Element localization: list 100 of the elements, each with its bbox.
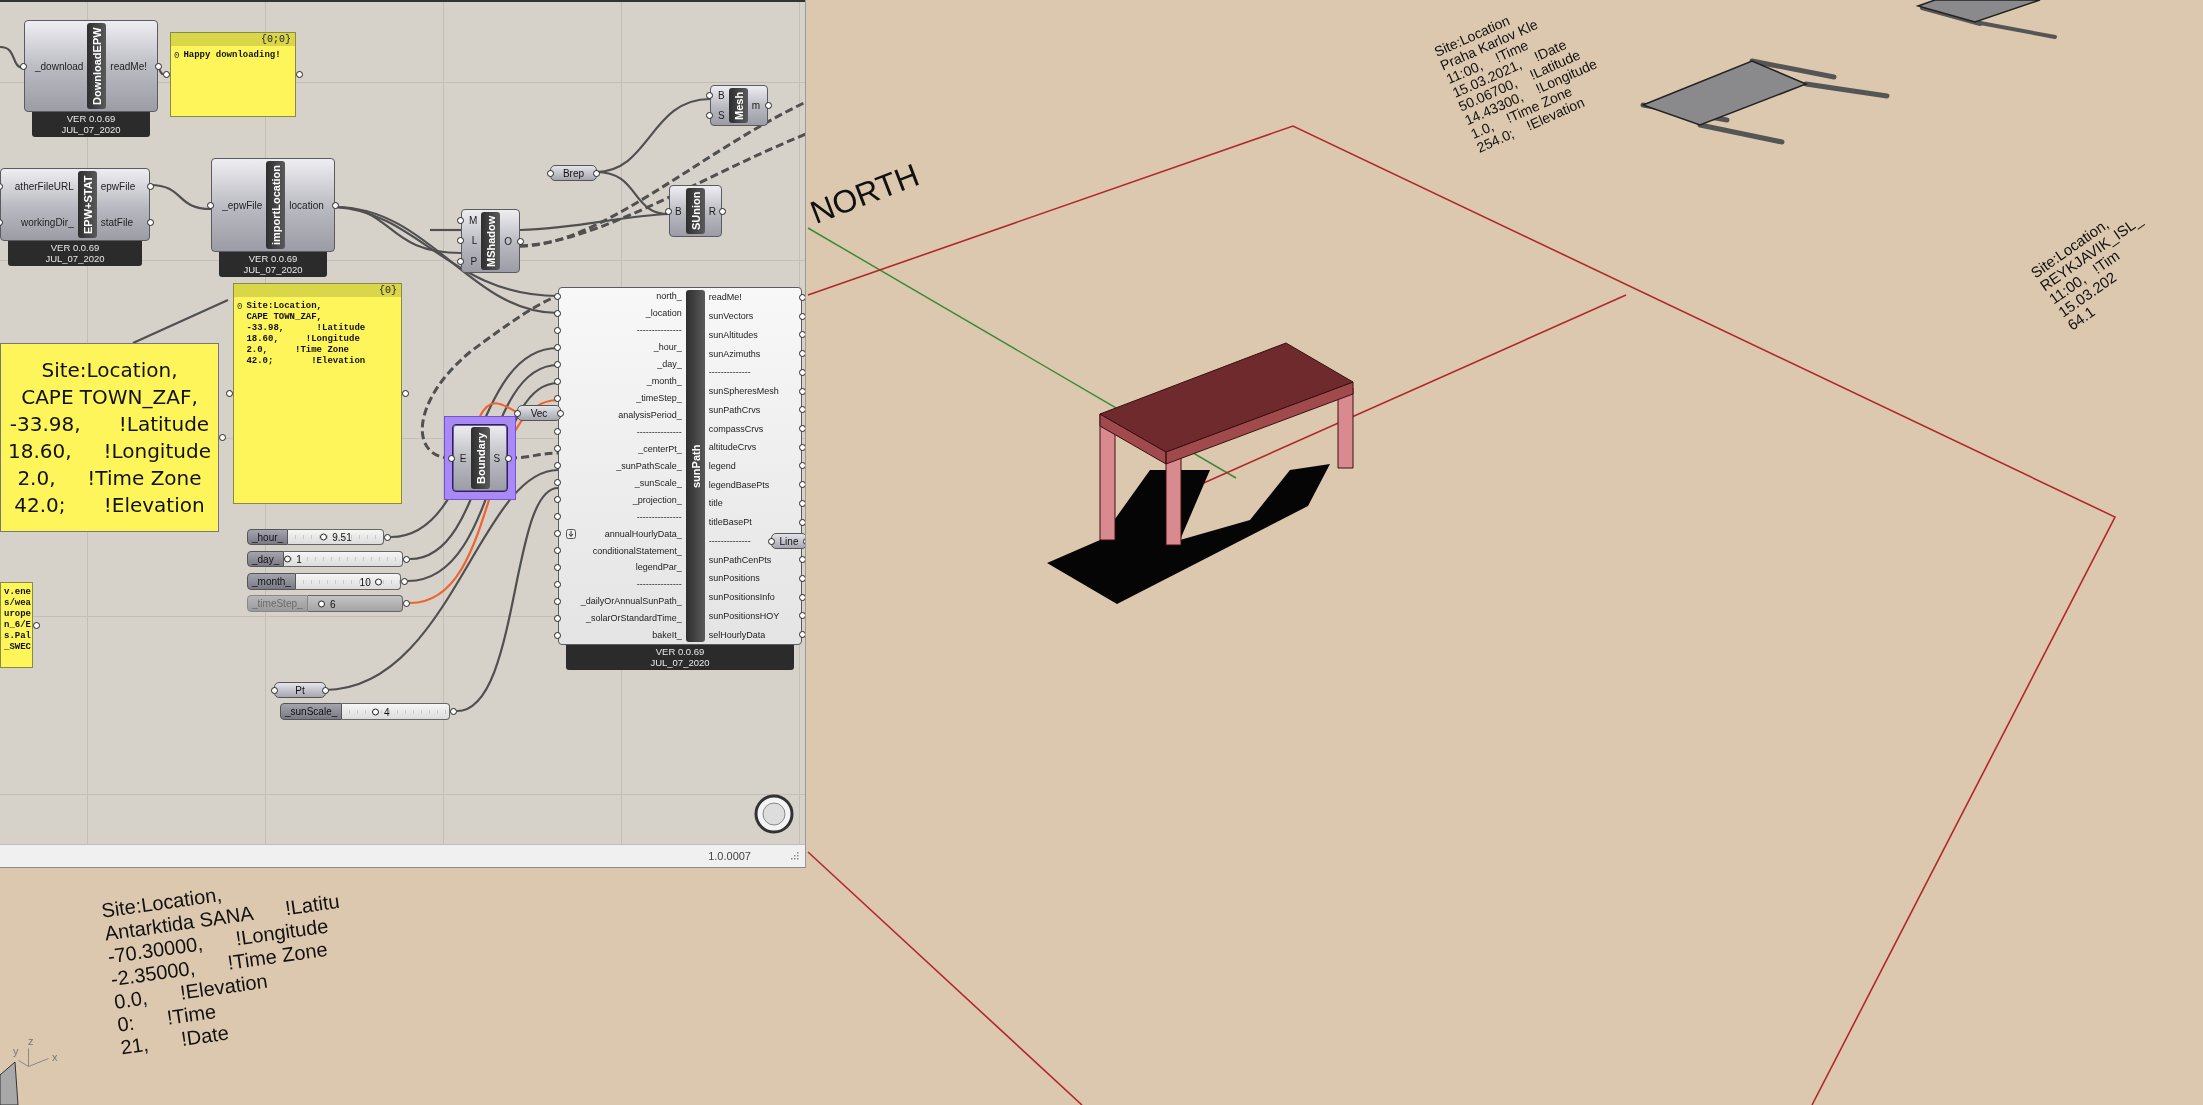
output-port[interactable]: [219, 434, 226, 441]
output-port[interactable]: [147, 218, 154, 226]
output-label: compassCrvs: [708, 423, 764, 434]
input-port[interactable]: [554, 292, 561, 300]
output-port[interactable]: [799, 612, 805, 620]
input-label: _epwFile: [222, 199, 263, 211]
input-port[interactable]: [554, 326, 561, 334]
slider-thumb[interactable]: [374, 578, 382, 585]
output-port[interactable]: [33, 621, 40, 629]
input-port[interactable]: [554, 394, 561, 402]
output-port[interactable]: [799, 331, 805, 339]
slider-label: _month_: [247, 573, 296, 590]
input-label: P: [470, 256, 478, 268]
input-label: _day_: [657, 359, 682, 370]
panel-text: v.ene s/wea urope n_6/E s.Pal _SWEC: [4, 587, 31, 653]
input-port[interactable]: [207, 201, 214, 209]
input-port[interactable]: [554, 479, 561, 487]
output-port[interactable]: [799, 481, 805, 489]
input-port[interactable]: [20, 62, 27, 70]
output-port[interactable]: [799, 574, 805, 582]
input-port[interactable]: [706, 92, 713, 100]
input-port[interactable]: [457, 216, 464, 224]
input-port[interactable]: [554, 496, 561, 504]
input-label: _sunScale_: [634, 477, 682, 488]
input-port[interactable]: [554, 530, 561, 538]
input-port[interactable]: [554, 360, 561, 368]
component-title: importLocation: [266, 161, 286, 249]
output-port[interactable]: [403, 600, 410, 607]
input-port[interactable]: [457, 237, 464, 245]
input-port[interactable]: [706, 111, 713, 119]
input-port[interactable]: [554, 580, 561, 588]
input-label: ---------------: [636, 579, 682, 590]
input-label: atherFileURL: [14, 181, 74, 193]
input-port[interactable]: [554, 343, 561, 351]
output-port[interactable]: [799, 499, 805, 507]
output-port[interactable]: [505, 454, 512, 462]
output-port[interactable]: [799, 443, 805, 451]
location-annotation: Site:Location, Antarktida SANA !Latitu -70.30000, !Longitude -2.35000, !Time Zone 0.0, !Elevation 0: !Time 21, !Date: [100, 882, 342, 1060]
output-label: sunSpheresMesh: [708, 386, 779, 397]
output-port[interactable]: [799, 350, 805, 358]
output-port[interactable]: [765, 102, 772, 109]
component-title: Mesh: [728, 88, 748, 123]
slider-track[interactable]: 4: [342, 703, 450, 720]
slider-value: 6: [329, 598, 336, 609]
input-port[interactable]: [554, 597, 561, 605]
input-port[interactable]: [554, 309, 561, 317]
output-port[interactable]: [450, 708, 457, 715]
slider-thumb[interactable]: [371, 708, 379, 715]
input-port[interactable]: [554, 428, 561, 436]
output-port[interactable]: [799, 406, 805, 414]
output-port[interactable]: [147, 183, 154, 191]
parameter-node: Brep: [550, 165, 597, 181]
output-port[interactable]: [517, 237, 524, 245]
output-port[interactable]: [799, 631, 805, 639]
output-port[interactable]: [799, 293, 805, 301]
output-port[interactable]: [799, 387, 805, 395]
input-label: E: [459, 452, 467, 464]
output-port[interactable]: [403, 555, 410, 563]
output-label: location: [289, 199, 324, 211]
output-port[interactable]: [593, 169, 600, 177]
input-port[interactable]: [448, 454, 455, 462]
slider-track[interactable]: 10: [295, 573, 401, 590]
input-port[interactable]: [665, 207, 672, 215]
input-port[interactable]: [457, 258, 464, 266]
output-port[interactable]: [296, 71, 303, 78]
input-label: conditionalStatement_: [592, 545, 682, 556]
input-label: analysisPeriod_: [618, 410, 682, 421]
output-label: S: [493, 452, 501, 464]
panel-header: {0;0}: [171, 33, 295, 46]
parameter-node: Line: [771, 533, 805, 549]
output-port[interactable]: [799, 518, 805, 526]
output-port[interactable]: [401, 578, 408, 585]
input-label: _sunPathScale_: [616, 460, 682, 471]
component-title: sunPath: [685, 290, 705, 642]
output-port[interactable]: [155, 62, 162, 70]
output-port[interactable]: [384, 533, 391, 541]
slider-track[interactable]: 9.51: [288, 529, 384, 545]
output-label: altitudeCrvs: [708, 442, 757, 453]
input-port[interactable]: [554, 445, 561, 453]
input-port[interactable]: [554, 513, 561, 521]
output-port[interactable]: [799, 593, 805, 601]
output-port[interactable]: [799, 556, 805, 564]
input-port[interactable]: [554, 614, 561, 622]
output-port[interactable]: [332, 201, 339, 209]
slider-thumb[interactable]: [320, 533, 328, 541]
input-port[interactable]: [554, 462, 561, 470]
date-text: JUL_07_2020: [45, 253, 105, 264]
output-port[interactable]: [719, 207, 726, 215]
output-port[interactable]: [799, 368, 805, 376]
slider-track[interactable]: 1: [284, 551, 403, 567]
output-port[interactable]: [799, 425, 805, 432]
output-port[interactable]: [799, 462, 805, 470]
slider-thumb[interactable]: [284, 555, 292, 563]
output-port[interactable]: [799, 312, 805, 320]
output-port[interactable]: [557, 409, 564, 417]
input-label: ---------------: [636, 426, 682, 437]
input-port[interactable]: [554, 377, 561, 385]
input-port[interactable]: [554, 631, 561, 639]
output-port[interactable]: [402, 390, 409, 397]
output-port[interactable]: [322, 686, 329, 694]
